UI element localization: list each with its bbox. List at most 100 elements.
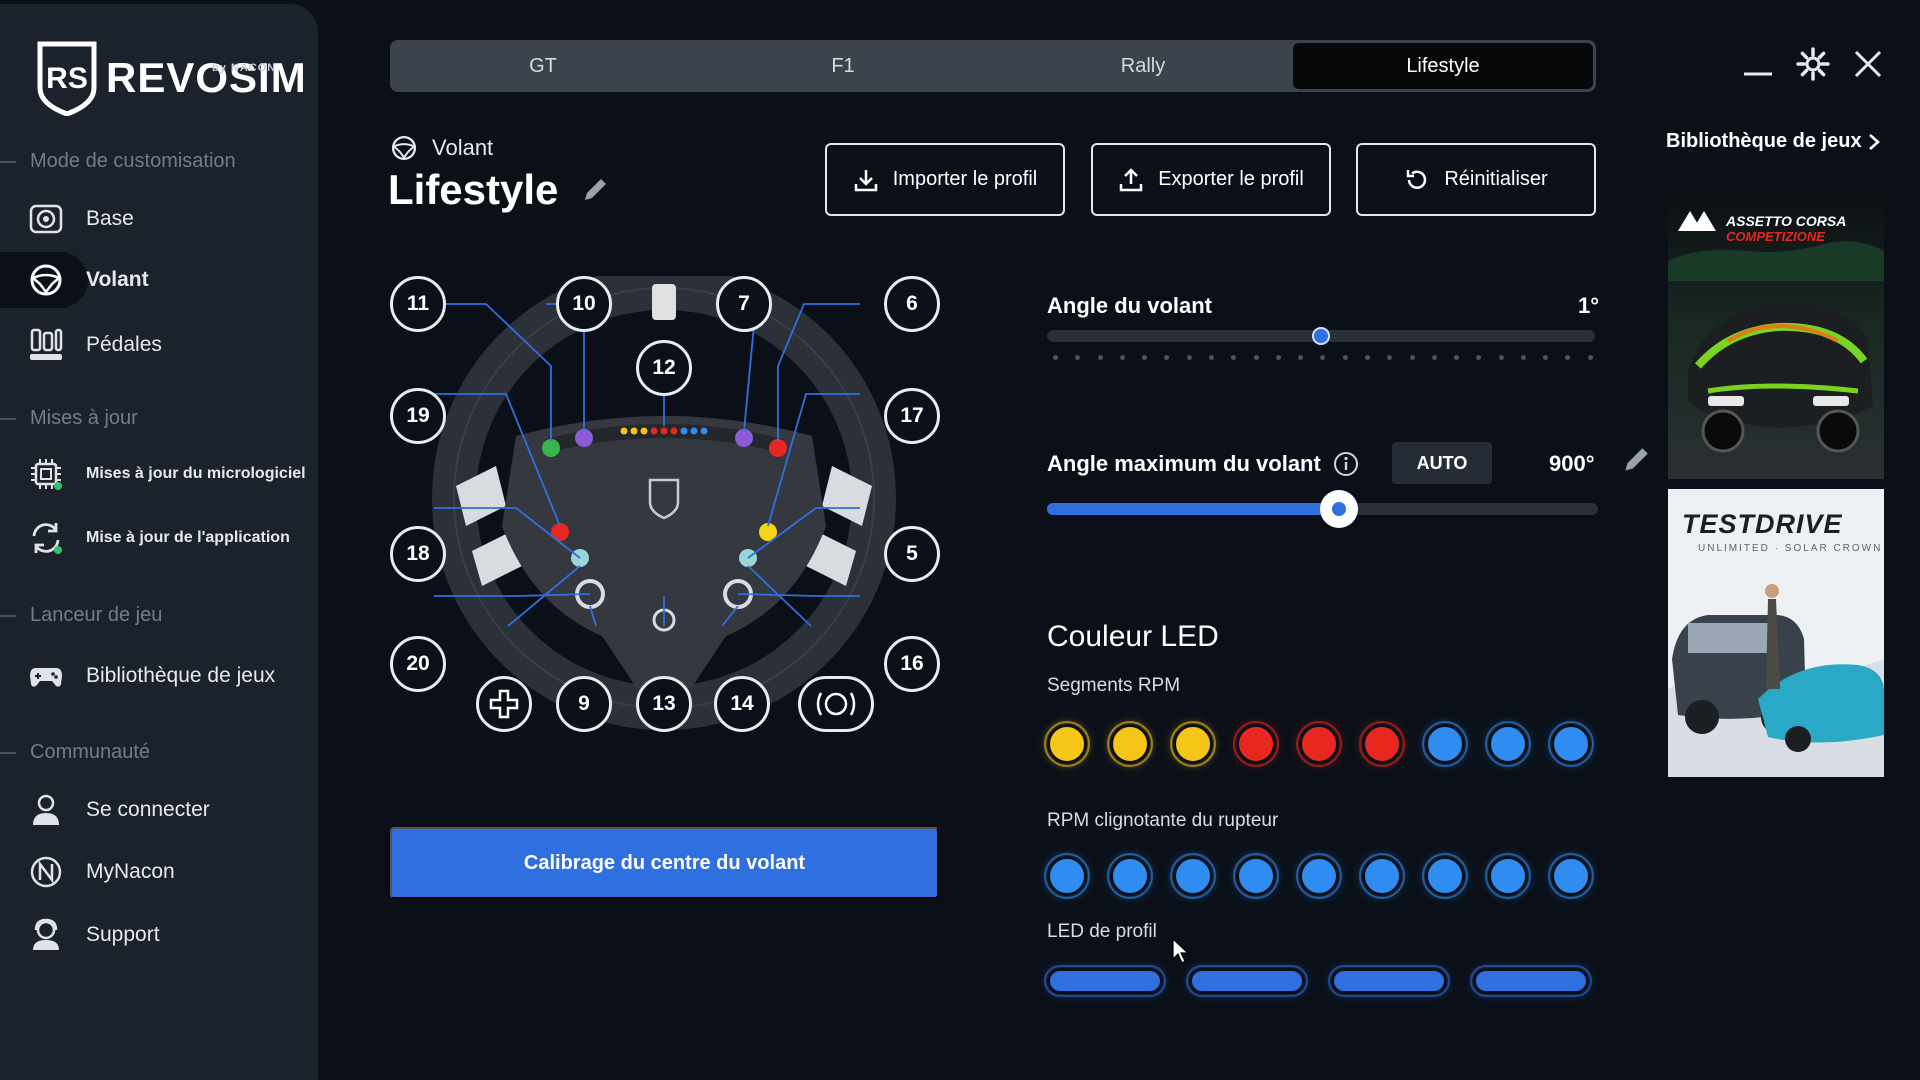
wheel-button-5[interactable]: 5: [884, 526, 940, 582]
profile-name: Lifestyle: [388, 166, 559, 213]
svg-text:RS: RS: [46, 62, 88, 95]
section-customisation: Mode de customisation: [0, 150, 236, 173]
mode-label: Volant: [390, 134, 493, 162]
wheel-button-13[interactable]: 13: [636, 676, 692, 732]
rpm-led-6[interactable]: [1359, 721, 1405, 767]
profile-led-1[interactable]: [1044, 965, 1166, 997]
flash-led-8[interactable]: [1485, 853, 1531, 899]
profile-led-2[interactable]: [1186, 965, 1308, 997]
flash-led-7[interactable]: [1422, 853, 1468, 899]
wheel-button-12[interactable]: 12: [636, 340, 692, 396]
wheel-base-icon: [29, 204, 63, 234]
profile-led-3[interactable]: [1328, 965, 1450, 997]
auto-button[interactable]: AUTO: [1392, 442, 1492, 484]
rpm-led-4[interactable]: [1233, 721, 1279, 767]
flash-led-3[interactable]: [1170, 853, 1216, 899]
sidebar-item-app-update[interactable]: Mise à jour de l'application: [0, 510, 300, 566]
info-icon[interactable]: [1333, 451, 1359, 477]
wheel-button-11[interactable]: 11: [390, 276, 446, 332]
steering-wheel-icon: [30, 264, 62, 296]
pencil-icon[interactable]: [1620, 444, 1652, 476]
max-angle-label: Angle maximum du volant: [1047, 451, 1321, 476]
tab-f1[interactable]: F1: [693, 43, 993, 89]
wheel-button-17[interactable]: 17: [884, 388, 940, 444]
rpm-led-7[interactable]: [1422, 721, 1468, 767]
sidebar-item-volant[interactable]: Volant: [0, 252, 149, 308]
wheel-button-20[interactable]: 20: [390, 636, 446, 692]
flash-led-4[interactable]: [1233, 853, 1279, 899]
game-card-assetto-corsa[interactable]: ASSETTO CORSA COMPETIZIONE: [1668, 191, 1884, 479]
page-title: Lifestyle: [388, 166, 610, 214]
wheel-button-10[interactable]: 10: [556, 276, 612, 332]
tab-gt[interactable]: GT: [393, 43, 693, 89]
rpm-led-3[interactable]: [1170, 721, 1216, 767]
tab-rally[interactable]: Rally: [993, 43, 1293, 89]
pencil-icon[interactable]: [580, 175, 610, 205]
sidebar-item-label: Support: [86, 923, 160, 946]
flash-led-2[interactable]: [1107, 853, 1153, 899]
wheel-button-16[interactable]: 16: [884, 636, 940, 692]
sidebar-item-mynacon[interactable]: MyNacon: [0, 844, 300, 900]
flash-led-5[interactable]: [1296, 853, 1342, 899]
wheel-button-dpad[interactable]: [476, 676, 532, 732]
export-profile-button[interactable]: Exporter le profil: [1091, 143, 1331, 216]
rpm-led-5[interactable]: [1296, 721, 1342, 767]
wheel-button-7[interactable]: 7: [716, 276, 772, 332]
wheel-diagram: 11 10 7 6 12 19 17 18 5 20 9 13 14 16: [386, 276, 946, 736]
led-color-title: Couleur LED: [1047, 620, 1219, 653]
sidebar-item-label: MyNacon: [86, 860, 175, 883]
sidebar-item-label: Se connecter: [86, 798, 210, 821]
rpm-led-2[interactable]: [1107, 721, 1153, 767]
profile-led-4[interactable]: [1470, 965, 1592, 997]
brand-name: REVOSIM: [106, 54, 307, 101]
sidebar-item-base[interactable]: Base: [0, 191, 300, 247]
wheel-button-14[interactable]: 14: [714, 676, 770, 732]
sidebar-item-game-library[interactable]: Bibliothèque de jeux: [0, 648, 300, 704]
profile-tabs: GT F1 Rally Lifestyle: [390, 40, 1596, 92]
close-icon[interactable]: [1848, 44, 1888, 84]
gear-icon[interactable]: [1793, 44, 1833, 84]
game-title: ASSETTO CORSA: [1726, 213, 1847, 229]
download-icon: [854, 169, 877, 191]
import-profile-button[interactable]: Importer le profil: [825, 143, 1065, 216]
chevron-right-icon: [1868, 133, 1880, 150]
max-angle-slider[interactable]: [1047, 490, 1598, 528]
game-title: TESTDRIVE: [1682, 509, 1843, 539]
minimize-icon[interactable]: [1738, 44, 1778, 84]
max-angle-value: 900°: [1549, 451, 1595, 476]
rpm-led-8[interactable]: [1485, 721, 1531, 767]
wheel-button-19[interactable]: 19: [390, 388, 446, 444]
wheel-angle-slider[interactable]: [1047, 327, 1595, 345]
rpm-led-1[interactable]: [1044, 721, 1090, 767]
sidebar-item-pedales[interactable]: Pédales: [0, 317, 300, 373]
flash-led-9[interactable]: [1548, 853, 1594, 899]
wheel-button-18[interactable]: 18: [390, 526, 446, 582]
sidebar-item-support[interactable]: Support: [0, 907, 300, 963]
game-card-test-drive[interactable]: TESTDRIVE UNLIMITED · SOLAR CROWN: [1668, 489, 1884, 777]
sidebar-item-firmware[interactable]: Mises à jour du micrologiciel: [0, 446, 306, 502]
rpm-flash-label: RPM clignotante du rupteur: [1047, 810, 1279, 831]
reset-button[interactable]: Réinitialiser: [1356, 143, 1596, 216]
calibrate-center-button[interactable]: Calibrage du centre du volant: [390, 827, 939, 899]
section-updates: Mises à jour: [0, 407, 138, 430]
max-angle-row: Angle maximum du volant: [1047, 451, 1359, 477]
wheel-button-rotary[interactable]: [798, 676, 874, 732]
reset-icon: [1407, 169, 1427, 189]
max-angle-slider-thumb[interactable]: [1320, 490, 1359, 528]
wheel-button-6[interactable]: 6: [884, 276, 940, 332]
sidebar-item-login[interactable]: Se connecter: [0, 782, 300, 838]
wheel-angle-slider-thumb[interactable]: [1312, 327, 1330, 345]
steering-wheel-icon: [391, 135, 417, 161]
wheel-button-9[interactable]: 9: [556, 676, 612, 732]
game-library-link[interactable]: Bibliothèque de jeux: [1666, 130, 1882, 153]
sidebar-item-label: Base: [86, 207, 134, 230]
flash-led-1[interactable]: [1044, 853, 1090, 899]
game-subtitle: COMPETIZIONE: [1726, 229, 1825, 244]
sidebar-item-label: Bibliothèque de jeux: [86, 664, 276, 687]
max-angle-slider-fill: [1047, 503, 1340, 515]
tab-lifestyle[interactable]: Lifestyle: [1293, 43, 1593, 89]
flash-led-6[interactable]: [1359, 853, 1405, 899]
rpm-led-9[interactable]: [1548, 721, 1594, 767]
game-subtitle: UNLIMITED · SOLAR CROWN: [1698, 543, 1883, 554]
rpm-segments-label: Segments RPM: [1047, 675, 1181, 696]
